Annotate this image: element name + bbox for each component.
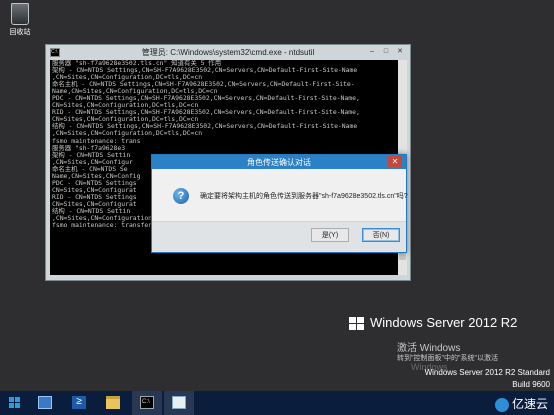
minimize-button[interactable]: – (366, 47, 378, 56)
taskbar-powershell[interactable]: ≥ (64, 391, 94, 415)
cmd-icon: C:\ (140, 396, 154, 409)
taskbar-cmd[interactable]: C:\ (132, 391, 162, 415)
dialog-message: 确定要将架构主机的角色传送到服务器"sh-f7a9628e3502.tls.cn… (200, 193, 408, 200)
recycle-bin-label: 回收站 (9, 29, 31, 36)
dialog-close-button[interactable]: ✕ (388, 156, 402, 167)
start-button[interactable] (0, 391, 30, 415)
watermark-logo-icon (494, 397, 509, 412)
yes-button[interactable]: 是(Y) (311, 228, 349, 242)
site-watermark: 亿速云 (494, 395, 548, 412)
role-transfer-dialog[interactable]: 角色传送确认对话 ✕ ? 确定要将架构主机的角色传送到服务器"sh-f7a962… (151, 154, 408, 253)
taskbar-server-manager[interactable] (30, 391, 60, 415)
recycle-bin-icon (11, 3, 29, 25)
os-build: Build 9600 (512, 380, 550, 389)
question-icon: ? (173, 188, 189, 204)
cmd-titlebar[interactable]: C:\ 管理员: C:\Windows\system32\cmd.exe - n… (46, 45, 410, 59)
os-version: Windows Server 2012 R2 Standard (424, 368, 550, 377)
recycle-bin-desktop-icon[interactable]: 回收站 (4, 3, 36, 37)
dialog-icon (172, 396, 186, 409)
cmd-window-title: 管理员: C:\Windows\system32\cmd.exe - ntdsu… (141, 48, 315, 57)
close-button[interactable]: ✕ (394, 47, 406, 56)
watermark-text: 亿速云 (511, 397, 548, 411)
os-name: Windows Server 2012 R2 (370, 315, 518, 330)
folder-icon (106, 396, 120, 409)
activate-windows-title: 激活 Windows (397, 343, 461, 354)
server-manager-icon (38, 396, 52, 409)
dialog-body: ? 确定要将架构主机的角色传送到服务器"sh-f7a9628e3502.tls.… (152, 169, 408, 252)
taskbar-file-explorer[interactable] (98, 391, 128, 415)
no-button[interactable]: 否(N) (362, 228, 400, 242)
windows-logo-icon (349, 317, 365, 331)
powershell-icon: ≥ (72, 396, 86, 409)
maximize-button[interactable]: □ (380, 47, 392, 56)
taskbar: ≥ C:\ (0, 391, 554, 415)
taskbar-dialog[interactable] (164, 391, 194, 415)
dialog-titlebar[interactable]: 角色传送确认对话 ✕ (152, 155, 406, 169)
dialog-footer: 是(Y) 否(N) (152, 221, 406, 252)
dialog-title: 角色传送确认对话 (247, 158, 311, 167)
